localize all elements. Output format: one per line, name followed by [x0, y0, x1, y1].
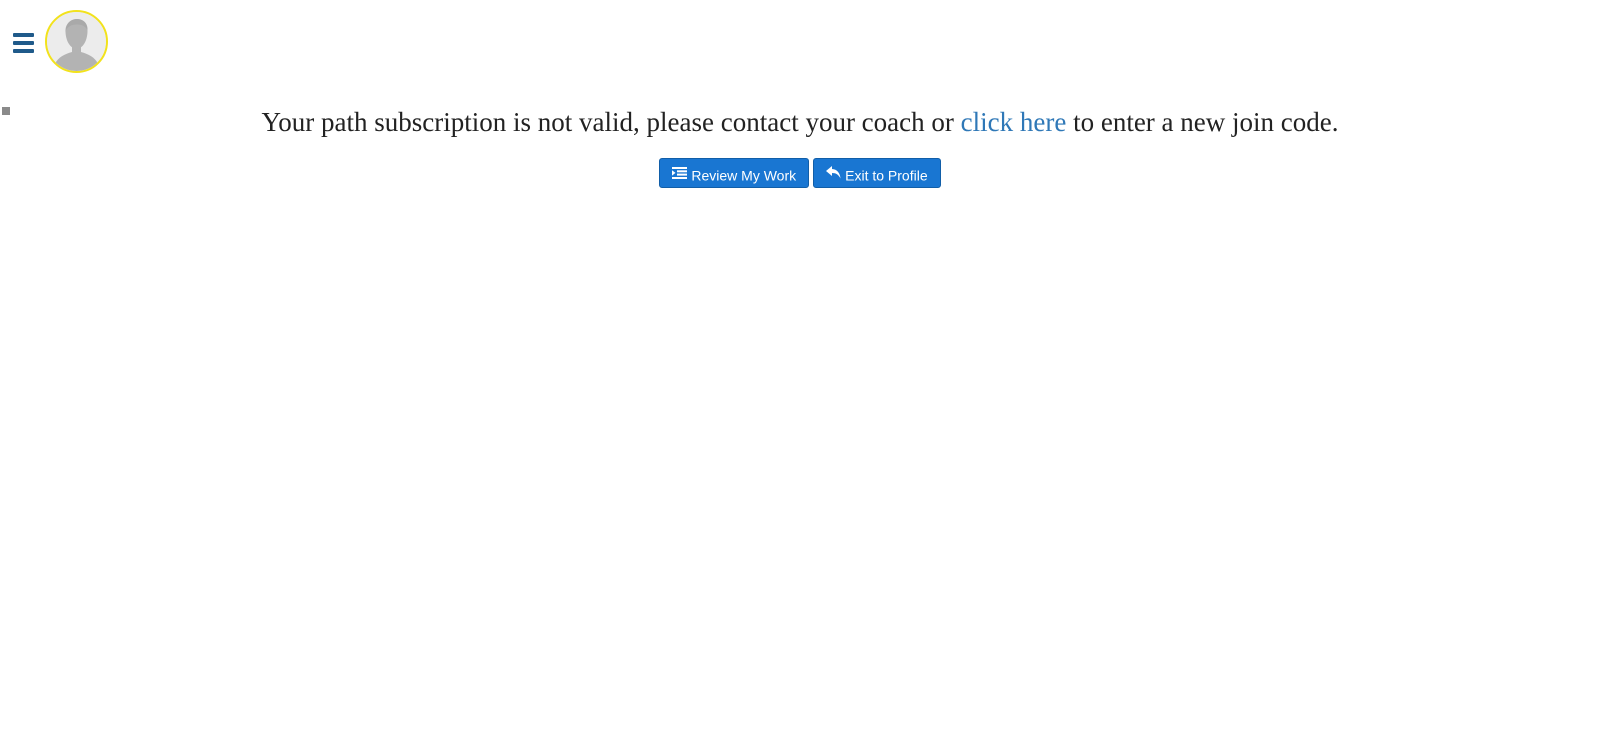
hamburger-menu-icon[interactable] — [10, 31, 36, 55]
exit-to-profile-button[interactable]: Exit to Profile — [813, 158, 941, 189]
indent-list-icon — [672, 159, 688, 189]
menu-bar — [13, 33, 34, 37]
menu-bar — [13, 49, 34, 53]
message-text-after: to enter a new join code. — [1066, 107, 1339, 137]
exit-to-profile-label: Exit to Profile — [845, 167, 928, 184]
review-my-work-button[interactable]: Review My Work — [659, 158, 810, 189]
message-text-before: Your path subscription is not valid, ple… — [261, 107, 961, 137]
review-my-work-label: Review My Work — [691, 167, 797, 184]
avatar[interactable] — [45, 10, 108, 73]
top-bar — [0, 0, 1600, 80]
join-code-link[interactable]: click here — [961, 107, 1067, 137]
action-buttons: Review My Work Exit to Profile — [0, 158, 1600, 188]
reply-arrow-icon — [826, 159, 841, 189]
user-silhouette-icon — [47, 12, 106, 71]
subscription-invalid-message: Your path subscription is not valid, ple… — [0, 103, 1600, 141]
menu-bar — [13, 41, 34, 45]
